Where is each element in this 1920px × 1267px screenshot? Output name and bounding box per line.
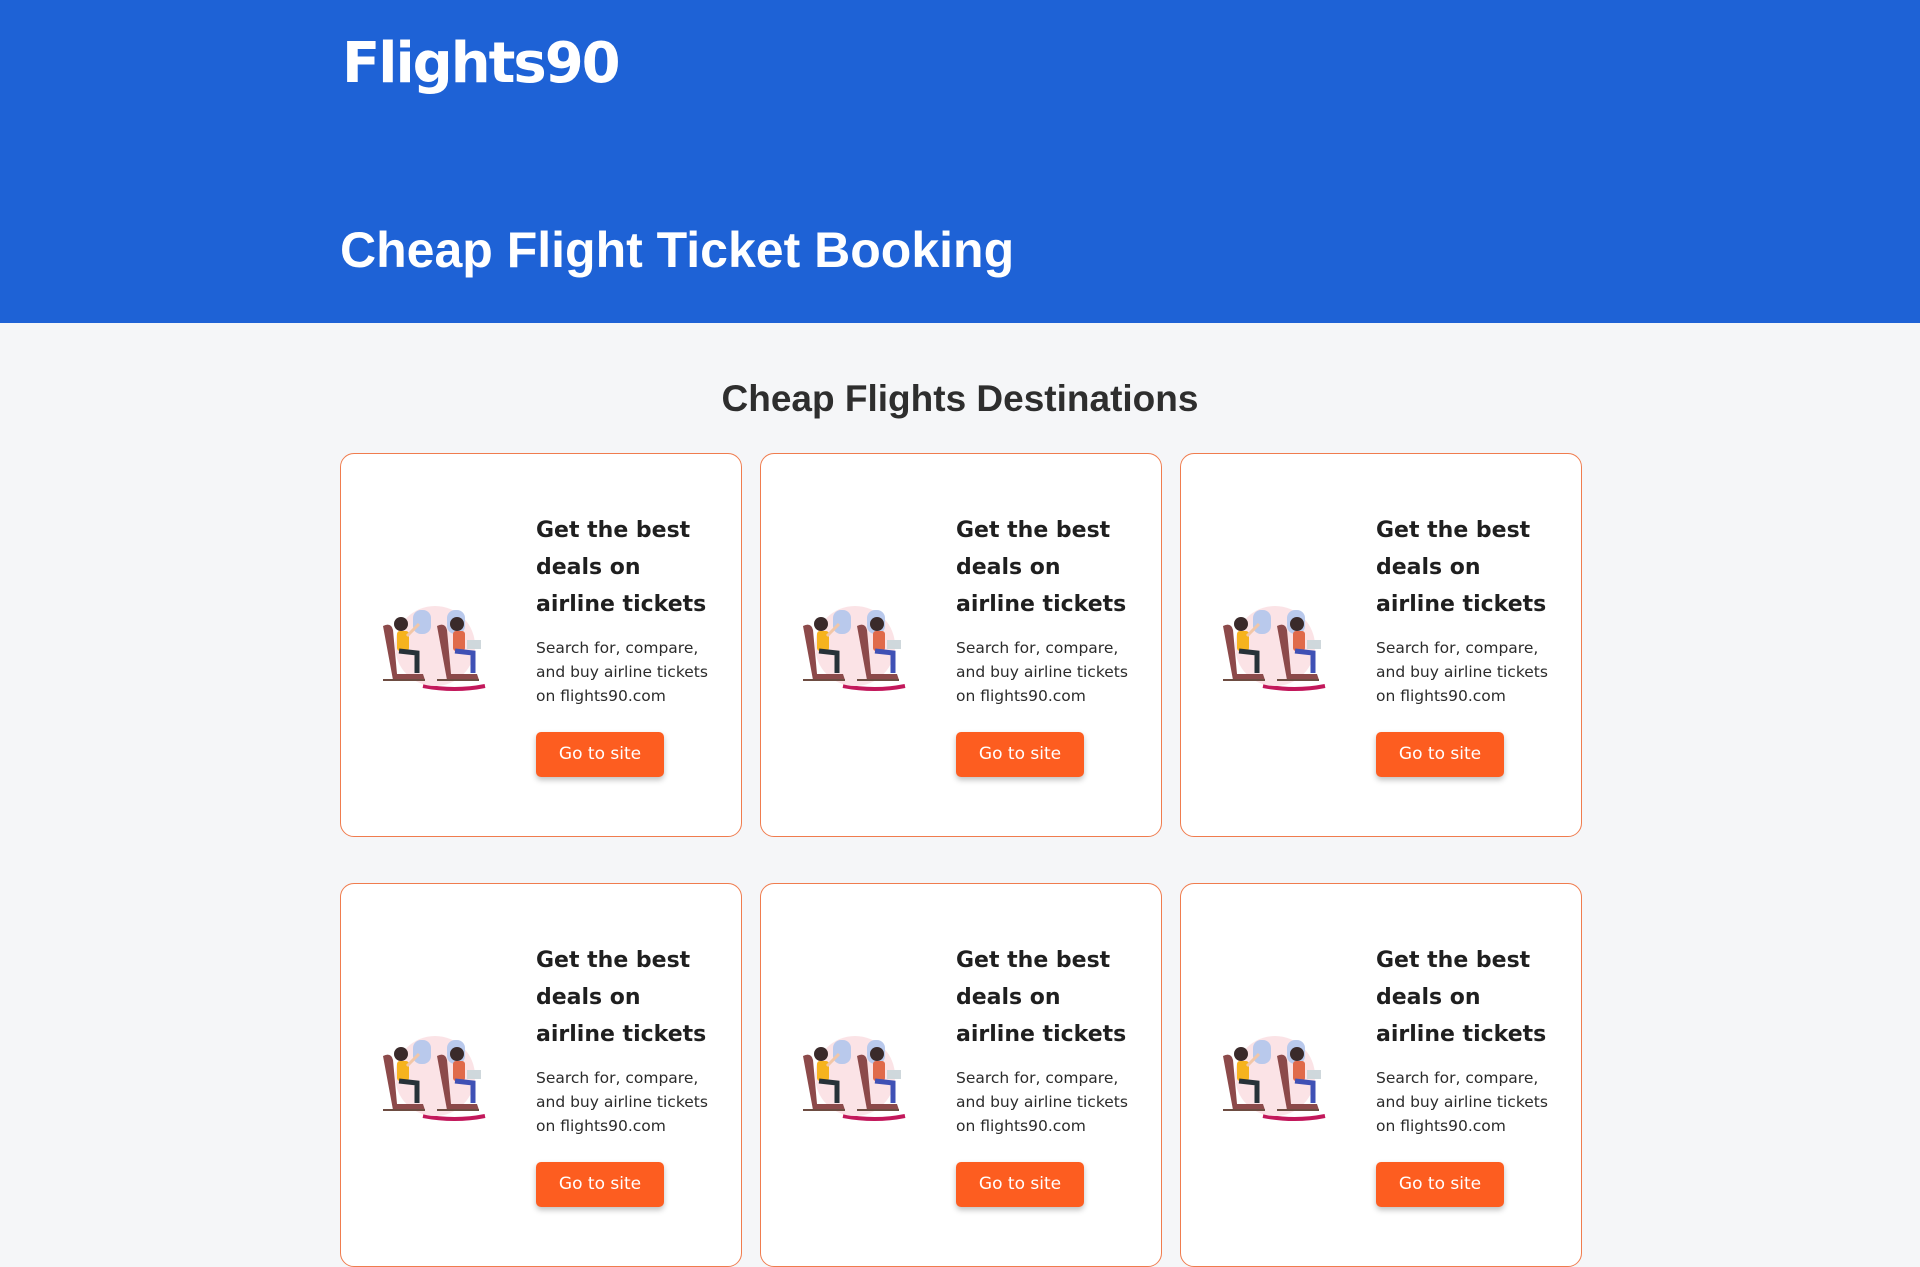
- card-description: Search for, compare, and buy airline tic…: [956, 639, 1128, 705]
- hero-header: Flights90 Cheap Flight Ticket Booking: [0, 0, 1920, 323]
- card-description: Search for, compare, and buy airline tic…: [536, 1069, 708, 1135]
- card-heading: Get the best deals on airline tickets: [1376, 518, 1547, 617]
- card-description: Search for, compare, and buy airline tic…: [1376, 1069, 1548, 1135]
- go-to-site-button[interactable]: Go to site: [536, 732, 664, 777]
- card-text: Get the best deals on airline tickets Se…: [1376, 942, 1556, 1207]
- card-text: Get the best deals on airline tickets Se…: [956, 512, 1136, 777]
- card-text: Get the best deals on airline tickets Se…: [956, 942, 1136, 1207]
- deal-card: Get the best deals on airline tickets Se…: [1180, 883, 1582, 1267]
- deal-card: Get the best deals on airline tickets Se…: [340, 453, 742, 837]
- deal-card: Get the best deals on airline tickets Se…: [340, 883, 742, 1267]
- card-description: Search for, compare, and buy airline tic…: [1376, 639, 1548, 705]
- site-logo[interactable]: Flights90: [342, 30, 621, 98]
- card-description: Search for, compare, and buy airline tic…: [536, 639, 708, 705]
- go-to-site-button[interactable]: Go to site: [536, 1162, 664, 1207]
- destination-cards-grid: Get the best deals on airline tickets Se…: [340, 453, 1582, 1267]
- page-title: Cheap Flight Ticket Booking: [340, 222, 1015, 278]
- deal-card: Get the best deals on airline tickets Se…: [760, 883, 1162, 1267]
- go-to-site-button[interactable]: Go to site: [956, 732, 1084, 777]
- airplane-passengers-illustration-icon: [1223, 1036, 1326, 1121]
- airplane-passengers-illustration-icon: [803, 606, 906, 691]
- airplane-passengers-illustration-icon: [1223, 606, 1326, 691]
- card-text: Get the best deals on airline tickets Se…: [1376, 512, 1556, 777]
- card-heading: Get the best deals on airline tickets: [1376, 948, 1547, 1047]
- go-to-site-button[interactable]: Go to site: [1376, 1162, 1504, 1207]
- card-heading: Get the best deals on airline tickets: [536, 518, 707, 617]
- airplane-passengers-illustration-icon: [383, 1036, 486, 1121]
- section-title: Cheap Flights Destinations: [721, 378, 1199, 419]
- airplane-passengers-illustration-icon: [383, 606, 486, 691]
- airplane-passengers-illustration-icon: [803, 1036, 906, 1121]
- go-to-site-button[interactable]: Go to site: [1376, 732, 1504, 777]
- card-heading: Get the best deals on airline tickets: [956, 518, 1127, 617]
- deal-card: Get the best deals on airline tickets Se…: [1180, 453, 1582, 837]
- card-heading: Get the best deals on airline tickets: [536, 948, 707, 1047]
- deal-card: Get the best deals on airline tickets Se…: [760, 453, 1162, 837]
- card-text: Get the best deals on airline tickets Se…: [536, 942, 716, 1207]
- card-heading: Get the best deals on airline tickets: [956, 948, 1127, 1047]
- card-description: Search for, compare, and buy airline tic…: [956, 1069, 1128, 1135]
- card-text: Get the best deals on airline tickets Se…: [536, 512, 716, 777]
- go-to-site-button[interactable]: Go to site: [956, 1162, 1084, 1207]
